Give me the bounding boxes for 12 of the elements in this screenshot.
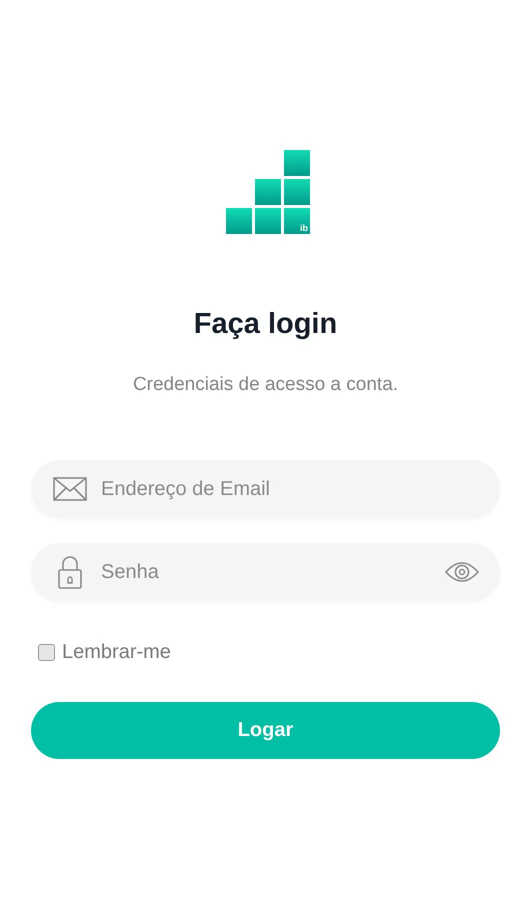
remember-checkbox[interactable]: [38, 644, 55, 661]
envelope-icon: [53, 477, 87, 501]
subtitle-text: Credenciais de acesso a conta.: [132, 373, 398, 397]
login-button[interactable]: Logar: [31, 702, 500, 759]
page-title: Faça login: [194, 307, 338, 342]
logo-text: ib: [300, 223, 308, 233]
email-box[interactable]: Endereço de Email: [31, 460, 500, 518]
password-field[interactable]: Senha: [101, 560, 430, 584]
remember-label[interactable]: Lembrar-me: [62, 641, 171, 664]
show-password-button[interactable]: [444, 560, 480, 584]
password-box[interactable]: Senha: [31, 543, 500, 601]
email-field[interactable]: Endereço de Email: [101, 478, 480, 500]
